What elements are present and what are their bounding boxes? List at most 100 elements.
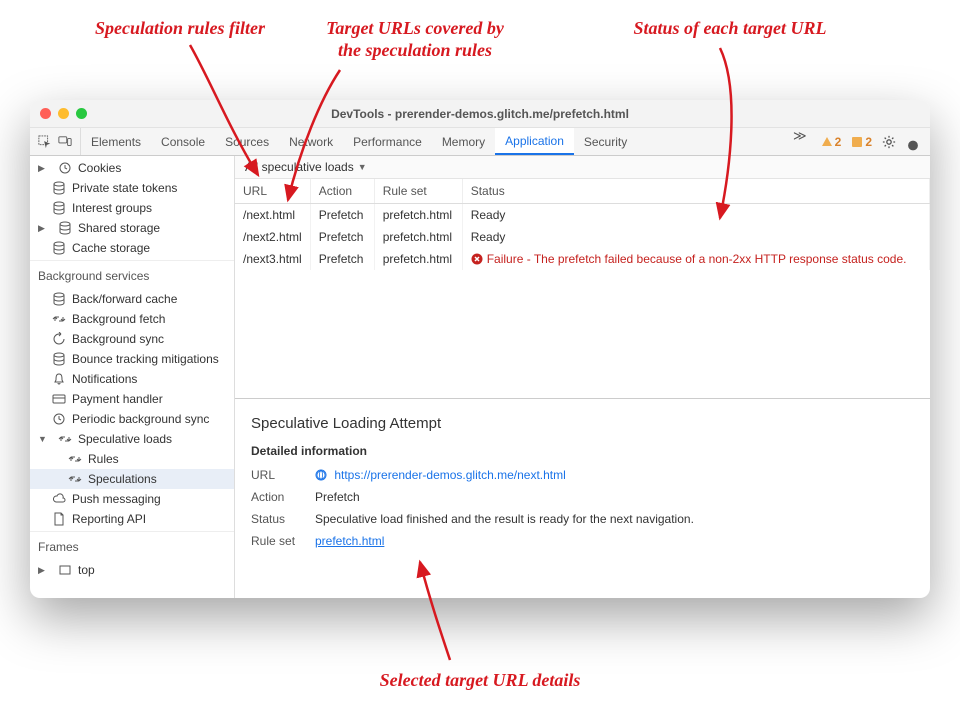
caret-icon: ▶ (38, 565, 46, 576)
sidebar: ▶ Cookies Private state tokens Interest gro… (30, 156, 235, 598)
sync-icon (68, 472, 82, 486)
warning-number: 2 (835, 135, 842, 149)
sidebar-item-label: Background fetch (72, 312, 165, 326)
table-row[interactable]: /next3.htmlPrefetchprefetch.htmlFailure … (235, 248, 930, 270)
inspect-icon[interactable] (38, 135, 52, 149)
sidebar-item-private-state-tokens[interactable]: Private state tokens (30, 178, 234, 198)
sidebar-item-label: Speculative loads (78, 432, 172, 446)
cell: /next2.html (235, 226, 310, 248)
col-status[interactable]: Status (462, 179, 929, 204)
sidebar-item-label: Reporting API (72, 512, 146, 526)
annotation-urls: Target URLs covered by the speculation r… (300, 18, 530, 61)
detail-ruleset-label: Rule set (251, 534, 315, 548)
clock-icon (52, 412, 66, 426)
sidebar-item-interest-groups[interactable]: Interest groups (30, 198, 234, 218)
sidebar-item-bounce-tracking-mitigations[interactable]: Bounce tracking mitigations (30, 349, 234, 369)
speculative-filter[interactable]: All speculative loads ▼ (235, 156, 930, 179)
sidebar-item-label: Background sync (72, 332, 164, 346)
link-icon (315, 469, 327, 481)
sidebar-item-label: Interest groups (72, 201, 152, 215)
detail-url-link[interactable]: https://prerender-demos.glitch.me/next.h… (334, 468, 565, 482)
sidebar-item-cache-storage[interactable]: Cache storage (30, 238, 234, 258)
annotation-filter: Speculation rules filter (60, 18, 300, 40)
sidebar-item-label: Cookies (78, 161, 121, 175)
sidebar-item-notifications[interactable]: Notifications (30, 369, 234, 389)
info-count[interactable]: 2 (851, 135, 872, 149)
cloud-icon (52, 492, 66, 506)
bell-icon (52, 372, 66, 386)
db-icon (52, 292, 66, 306)
sidebar-item-label: Private state tokens (72, 181, 177, 195)
cell: prefetch.html (374, 226, 462, 248)
sidebar-item-label: Cache storage (72, 241, 150, 255)
sidebar-item-push-messaging[interactable]: Push messaging (30, 489, 234, 509)
bg-services-header: Background services (30, 260, 234, 287)
tab-application[interactable]: Application (495, 128, 574, 155)
sidebar-item-label: Back/forward cache (72, 292, 177, 306)
detail-ruleset-link[interactable]: prefetch.html (315, 534, 384, 548)
sidebar-item-label: Shared storage (78, 221, 160, 235)
detail-status-label: Status (251, 512, 315, 526)
gear-icon[interactable] (882, 135, 896, 149)
detail-subheading: Detailed information (251, 444, 914, 458)
cell: /next3.html (235, 248, 310, 270)
cell: /next.html (235, 204, 310, 227)
table-row[interactable]: /next2.htmlPrefetchprefetch.htmlReady (235, 226, 930, 248)
tab-elements[interactable]: Elements (81, 128, 151, 155)
col-rule-set[interactable]: Rule set (374, 179, 462, 204)
more-tabs[interactable]: ≫ (789, 128, 811, 155)
sidebar-item-payment-handler[interactable]: Payment handler (30, 389, 234, 409)
table-row[interactable]: /next.htmlPrefetchprefetch.htmlReady (235, 204, 930, 227)
detail-heading: Speculative Loading Attempt (251, 415, 914, 432)
cell-status: Failure - The prefetch failed because of… (462, 248, 929, 270)
sidebar-item-speculative-loads[interactable]: ▼ Speculative loads (30, 429, 234, 449)
tab-memory[interactable]: Memory (432, 128, 495, 155)
sidebar-item-label: Notifications (72, 372, 137, 386)
tab-network[interactable]: Network (279, 128, 343, 155)
devtools-window: DevTools - prerender-demos.glitch.me/pre… (30, 100, 930, 598)
sidebar-item-label: Rules (88, 452, 119, 466)
cell-status: Ready (462, 204, 929, 227)
tab-security[interactable]: Security (574, 128, 637, 155)
col-action[interactable]: Action (310, 179, 374, 204)
card-icon (52, 392, 66, 406)
cell: Prefetch (310, 226, 374, 248)
device-icon[interactable] (58, 135, 72, 149)
caret-icon: ▶ (38, 163, 46, 174)
titlebar: DevTools - prerender-demos.glitch.me/pre… (30, 100, 930, 128)
db-icon (52, 352, 66, 366)
detail-action-label: Action (251, 490, 315, 504)
tab-sources[interactable]: Sources (215, 128, 279, 155)
tab-performance[interactable]: Performance (343, 128, 432, 155)
sidebar-item-label: Push messaging (72, 492, 161, 506)
sync-icon (58, 432, 72, 446)
cell-status: Ready (462, 226, 929, 248)
chevron-down-icon: ▼ (358, 162, 367, 172)
toolbar: ElementsConsoleSourcesNetworkPerformance… (30, 128, 930, 156)
sidebar-item-speculations[interactable]: Speculations (30, 469, 234, 489)
sidebar-item-background-fetch[interactable]: Background fetch (30, 309, 234, 329)
caret-icon: ▼ (38, 434, 46, 444)
sidebar-item-label: Periodic background sync (72, 412, 209, 426)
sidebar-item-top[interactable]: ▶top (30, 560, 234, 580)
db-icon (52, 241, 66, 255)
col-url[interactable]: URL (235, 179, 310, 204)
detail-status-value: Speculative load finished and the result… (315, 512, 914, 526)
sync-icon (52, 312, 66, 326)
db-icon (52, 201, 66, 215)
db-icon (58, 221, 72, 235)
sidebar-item-background-sync[interactable]: Background sync (30, 329, 234, 349)
sidebar-item-reporting-api[interactable]: Reporting API (30, 509, 234, 529)
sidebar-item-back-forward-cache[interactable]: Back/forward cache (30, 289, 234, 309)
sidebar-item-rules[interactable]: Rules (30, 449, 234, 469)
sidebar-item-periodic-background-sync[interactable]: Periodic background sync (30, 409, 234, 429)
cell: prefetch.html (374, 248, 462, 270)
sidebar-item-cookies[interactable]: ▶ Cookies (30, 158, 234, 178)
db-icon (52, 181, 66, 195)
sidebar-item-shared-storage[interactable]: ▶Shared storage (30, 218, 234, 238)
kebab-icon[interactable] (906, 135, 920, 149)
tab-console[interactable]: Console (151, 128, 215, 155)
cell: Prefetch (310, 248, 374, 270)
frame-icon (58, 563, 72, 577)
warning-count[interactable]: 2 (821, 135, 842, 149)
